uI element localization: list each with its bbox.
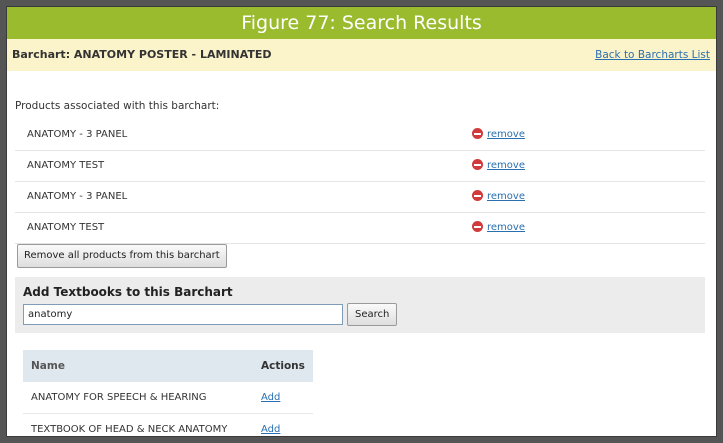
product-row: ANATOMY TEST remove [15,151,705,182]
add-textbooks-panel: Add Textbooks to this Barchart Search [15,277,705,333]
product-name: ANATOMY - 3 PANEL [27,191,128,202]
search-button[interactable]: Search [347,303,398,326]
table-row: TEXTBOOK OF HEAD & NECK ANATOMY Add [23,413,313,436]
result-action-cell: Add [253,413,313,436]
remove-icon[interactable] [472,159,483,170]
result-name: TEXTBOOK OF HEAD & NECK ANATOMY [23,413,253,436]
remove-control[interactable]: remove [472,190,525,202]
associated-products-label: Products associated with this barchart: [15,100,220,112]
product-row: ANATOMY - 3 PANEL remove [15,120,705,151]
add-textbooks-heading: Add Textbooks to this Barchart [23,285,233,299]
remove-link[interactable]: remove [487,222,525,233]
column-header-name: Name [23,350,253,382]
table-row: ANATOMY FOR SPEECH & HEARING Add [23,382,313,414]
figure-frame: Figure 77: Search Results Barchart: ANAT… [6,6,717,437]
column-header-actions: Actions [253,350,313,382]
add-link[interactable]: Add [261,392,280,403]
result-name: ANATOMY FOR SPEECH & HEARING [23,382,253,414]
remove-icon[interactable] [472,128,483,139]
back-to-barcharts-link[interactable]: Back to Barcharts List [595,49,710,61]
search-input[interactable] [23,304,343,325]
result-action-cell: Add [253,382,313,414]
product-row: ANATOMY - 3 PANEL remove [15,182,705,213]
remove-link[interactable]: remove [487,129,525,140]
product-name: ANATOMY TEST [27,160,105,171]
remove-control[interactable]: remove [472,128,525,140]
remove-control[interactable]: remove [472,159,525,171]
remove-icon[interactable] [472,190,483,201]
product-row: ANATOMY TEST remove [15,213,705,244]
barchart-header: Barchart: ANATOMY POSTER - LAMINATED Bac… [7,39,716,71]
barchart-title: Barchart: ANATOMY POSTER - LAMINATED [12,48,272,61]
remove-link[interactable]: remove [487,191,525,202]
product-name: ANATOMY - 3 PANEL [27,129,128,140]
add-link[interactable]: Add [261,424,280,435]
remove-control[interactable]: remove [472,221,525,233]
product-name: ANATOMY TEST [27,222,105,233]
results-table: Name Actions ANATOMY FOR SPEECH & HEARIN… [23,350,313,436]
figure-title: Figure 77: Search Results [7,7,716,39]
remove-link[interactable]: remove [487,160,525,171]
remove-all-products-button[interactable]: Remove all products from this barchart [17,244,227,268]
table-header-row: Name Actions [23,350,313,382]
remove-icon[interactable] [472,221,483,232]
